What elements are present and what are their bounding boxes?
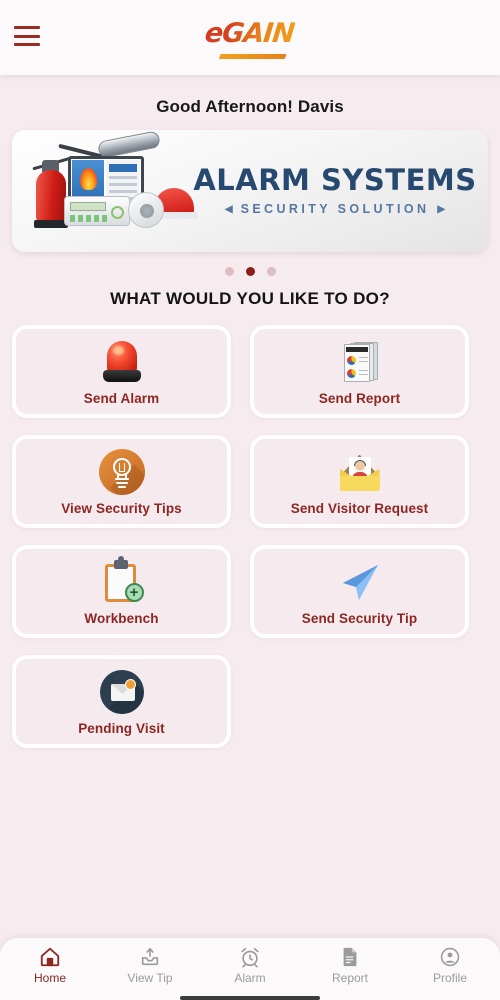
- hamburger-line: [14, 34, 40, 38]
- action-card-label: Send Report: [318, 390, 401, 406]
- nav-label: View Tip: [127, 971, 173, 985]
- carousel-pagination[interactable]: [0, 252, 500, 289]
- left-arrow-icon: ◀: [224, 203, 233, 215]
- lightbulb-icon: [98, 448, 146, 496]
- bottom-navigation: Home View Tip Alarm Report Profile: [0, 938, 500, 1000]
- action-card-send-report[interactable]: Send Report: [250, 325, 469, 418]
- action-card-label: View Security Tips: [61, 500, 182, 516]
- carousel-dot-2[interactable]: [245, 267, 255, 276]
- action-card-label: Send Alarm: [83, 390, 160, 406]
- action-card-send-alarm[interactable]: Send Alarm: [12, 325, 231, 418]
- hamburger-menu-icon[interactable]: [14, 26, 40, 46]
- carousel-dot-1[interactable]: [224, 267, 234, 276]
- action-card-send-visitor-request[interactable]: Send Visitor Request: [250, 435, 469, 528]
- banner-subtitle: SECURITY SOLUTION: [240, 202, 430, 216]
- carousel-dot-3[interactable]: [266, 267, 276, 276]
- nav-item-report[interactable]: Report: [304, 946, 396, 985]
- envelope-notification-icon: [98, 668, 146, 716]
- action-card-send-security-tip[interactable]: Send Security Tip: [250, 545, 469, 638]
- nav-label: Alarm: [234, 971, 266, 985]
- security-equipment-illustration: [12, 130, 198, 252]
- action-card-view-security-tips[interactable]: View Security Tips: [12, 435, 231, 528]
- nav-item-alarm[interactable]: Alarm: [204, 946, 296, 985]
- document-icon: [339, 946, 361, 968]
- logo-text: eGAIN: [203, 18, 297, 49]
- siren-icon: [98, 338, 146, 386]
- home-icon: [39, 946, 61, 968]
- section-title: WHAT WOULD YOU LIKE TO DO?: [110, 289, 390, 308]
- nav-label: Home: [33, 971, 66, 985]
- action-grid: Send Alarm Send Report View Security Tip…: [0, 325, 500, 748]
- banner-text-block: ALARM SYSTEMS ◀ SECURITY SOLUTION ▶: [192, 163, 488, 217]
- nav-label: Report: [331, 971, 369, 985]
- hamburger-line: [14, 26, 40, 29]
- banner-subtitle-row: ◀ SECURITY SOLUTION ▶: [192, 202, 478, 216]
- nav-item-profile[interactable]: Profile: [404, 946, 496, 985]
- clipboard-plus-icon: +: [98, 555, 146, 606]
- alarm-clock-icon: [239, 946, 261, 968]
- nav-label: Profile: [432, 971, 467, 985]
- app-logo: eGAIN: [0, 18, 500, 59]
- promo-banner[interactable]: ALARM SYSTEMS ◀ SECURITY SOLUTION ▶: [12, 130, 488, 252]
- upload-tray-icon: [139, 946, 161, 968]
- action-card-label: Workbench: [84, 610, 159, 626]
- action-card-label: Send Visitor Request: [290, 500, 429, 516]
- greeting-text: Good Afternoon! Davis: [156, 97, 344, 116]
- banner-title: ALARM SYSTEMS: [193, 163, 477, 197]
- report-documents-icon: [336, 338, 384, 386]
- nav-item-home[interactable]: Home: [4, 946, 96, 985]
- logo-swoosh-icon: [218, 54, 287, 59]
- right-arrow-icon: ▶: [437, 203, 446, 215]
- action-card-label: Send Security Tip: [301, 610, 418, 626]
- action-card-workbench[interactable]: + Workbench: [12, 545, 231, 638]
- paper-plane-icon: [336, 558, 384, 606]
- action-card-label: Pending Visit: [78, 720, 165, 736]
- app-header: eGAIN: [0, 0, 500, 75]
- nav-item-view-tip[interactable]: View Tip: [104, 946, 196, 985]
- envelope-person-icon: [336, 448, 384, 496]
- hamburger-line: [14, 43, 40, 46]
- action-card-pending-visit[interactable]: Pending Visit: [12, 655, 231, 748]
- home-indicator: [180, 996, 320, 1000]
- person-circle-icon: [439, 946, 461, 968]
